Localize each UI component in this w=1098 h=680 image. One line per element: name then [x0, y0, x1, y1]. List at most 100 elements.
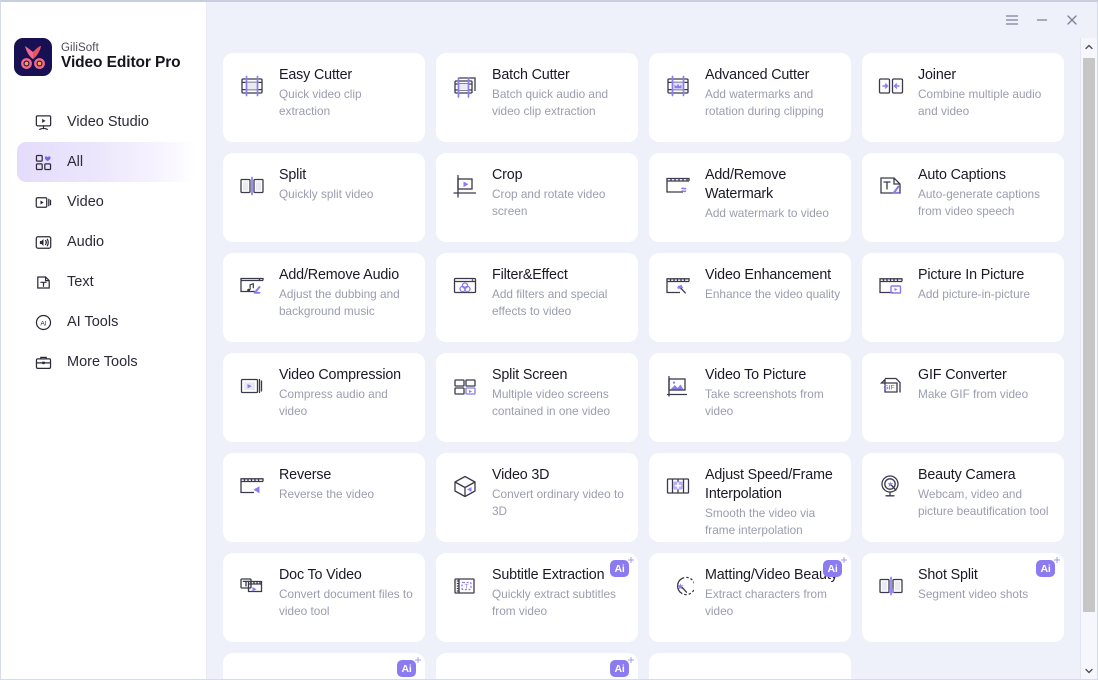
tools-grid: Easy Cutter Quick video clip extraction: [207, 38, 1097, 679]
tool-card-video-to-picture[interactable]: Video To Picture Take screenshots from v…: [649, 353, 851, 442]
sidebar-item-text[interactable]: Text: [17, 262, 196, 302]
gif-pages-icon: GIF: [874, 369, 908, 403]
sidebar-item-label: Video: [67, 194, 104, 210]
tool-card-title: Picture In Picture: [918, 267, 1025, 283]
tool-card-desc: Add picture-in-picture: [918, 287, 1031, 301]
tool-card-joiner[interactable]: Joiner Combine multiple audio and video: [862, 53, 1064, 142]
tool-card-body: Split Quickly split video: [279, 165, 415, 232]
tool-card-auto-captions[interactable]: Auto Captions Auto-generate captions fro…: [862, 153, 1064, 242]
tool-card-body: Video To Picture Take screenshots from v…: [705, 365, 841, 432]
tool-card-title: Video To Picture: [705, 367, 807, 383]
brand-text: GiliSoft Video Editor Pro: [61, 42, 181, 71]
audio-speaker-icon: [33, 232, 53, 252]
tool-card-body: Subtitle Extraction Quickly extract subt…: [492, 565, 628, 632]
vertical-scrollbar[interactable]: [1080, 38, 1097, 679]
tool-card-desc: Compress audio and video: [279, 387, 388, 418]
tool-card-body: Batch Cutter Batch quick audio and video…: [492, 65, 628, 132]
sidebar-item-label: AI Tools: [67, 314, 119, 330]
video-icon: [33, 192, 53, 212]
app-window: GiliSoft Video Editor Pro Video Studio A…: [0, 0, 1098, 680]
tool-card-title: Crop: [492, 167, 523, 183]
tool-card-video-3d[interactable]: Video 3D Convert ordinary video to 3D: [436, 453, 638, 542]
tool-card-advanced-cutter[interactable]: Advanced Cutter Add watermarks and rotat…: [649, 53, 851, 142]
tool-card-title: Easy Cutter: [279, 67, 353, 83]
tool-card-matting-video-beauty[interactable]: Matting/Video Beauty Extract characters …: [649, 553, 851, 642]
tool-card-split-screen[interactable]: Split Screen Multiple video screens cont…: [436, 353, 638, 442]
tool-card-picture-in-picture[interactable]: Picture In Picture Add picture-in-pictur…: [862, 253, 1064, 342]
main-panel: Easy Cutter Quick video clip extraction: [207, 2, 1097, 679]
tool-card-doc-to-video[interactable]: Doc To Video Convert document files to v…: [223, 553, 425, 642]
tool-card-batch-cutter[interactable]: Batch Cutter Batch quick audio and video…: [436, 53, 638, 142]
tool-card-video-compression[interactable]: Video Compression Compress audio and vid…: [223, 353, 425, 442]
tool-card-reverse[interactable]: Reverse Reverse the video: [223, 453, 425, 542]
tool-card-body: Split Screen Multiple video screens cont…: [492, 365, 628, 432]
tool-card-add-remove-watermark[interactable]: Add/Remove Watermark Add watermark to vi…: [649, 153, 851, 242]
speed-frames-icon: [661, 469, 695, 503]
tool-card-subtitle-extraction[interactable]: T Subtitle Extraction Quickly extract su…: [436, 553, 638, 642]
tool-card-adjust-speed-frame-interpolation[interactable]: Adjust Speed/Frame Interpolation Smooth …: [649, 453, 851, 542]
tool-card-title: Filter&Effect: [492, 267, 568, 283]
tool-card-desc: Convert document files to video tool: [279, 587, 413, 618]
tool-card-body: Beauty Camera Webcam, video and picture …: [918, 465, 1054, 532]
tool-card-title: Batch Cutter: [492, 67, 570, 83]
minimize-icon[interactable]: [1027, 7, 1057, 33]
sidebar-item-ai-tools[interactable]: AI AI Tools: [17, 302, 196, 342]
tool-card-title: Doc To Video: [279, 567, 362, 583]
tool-card-gif-converter[interactable]: GIF GIF Converter Make GIF from video: [862, 353, 1064, 442]
split-panels-icon: [235, 169, 269, 203]
scrollbar-track[interactable]: [1081, 55, 1097, 662]
tool-card-add-remove-audio[interactable]: Add/Remove Audio Adjust the dubbing and …: [223, 253, 425, 342]
tool-card-partial-3[interactable]: [649, 653, 851, 679]
sidebar-item-all[interactable]: All: [17, 142, 196, 182]
hamburger-menu-icon[interactable]: [997, 7, 1027, 33]
sidebar-item-label: More Tools: [67, 354, 138, 370]
tool-card-body: Adjust Speed/Frame Interpolation Smooth …: [705, 465, 841, 537]
tool-card-title: Auto Captions: [918, 167, 1006, 183]
chevron-down-icon[interactable]: [1081, 662, 1097, 679]
svg-text:AI: AI: [40, 320, 46, 327]
tool-card-shot-split[interactable]: Shot Split Segment video shots Ai: [862, 553, 1064, 642]
sidebar-item-video[interactable]: Video: [17, 182, 196, 222]
tool-card-title: Matting/Video Beauty: [705, 567, 838, 583]
tool-card-title: Reverse: [279, 467, 332, 483]
tool-card-desc: Batch quick audio and video clip extract…: [492, 87, 609, 118]
scrollbar-thumb[interactable]: [1083, 58, 1095, 612]
pip-window-icon: [874, 269, 908, 303]
tool-card-filter-effect[interactable]: Filter&Effect Add filters and special ef…: [436, 253, 638, 342]
join-arrows-icon: [874, 69, 908, 103]
tool-card-body: Filter&Effect Add filters and special ef…: [492, 265, 628, 332]
sidebar-item-label: Audio: [67, 234, 105, 250]
tool-card-title: Joiner: [918, 67, 957, 83]
tool-card-easy-cutter[interactable]: Easy Cutter Quick video clip extraction: [223, 53, 425, 142]
tool-card-body: Video Compression Compress audio and vid…: [279, 365, 415, 432]
tools-scroll-area[interactable]: Easy Cutter Quick video clip extraction: [207, 38, 1097, 679]
tool-card-crop[interactable]: Crop Crop and rotate video screen: [436, 153, 638, 242]
tool-card-title: Video Enhancement: [705, 267, 831, 283]
sidebar-item-audio[interactable]: Audio: [17, 222, 196, 262]
close-icon[interactable]: [1057, 7, 1087, 33]
chevron-up-icon[interactable]: [1081, 38, 1097, 55]
tool-card-body: Doc To Video Convert document files to v…: [279, 565, 415, 632]
film-strip-stack-icon: [448, 69, 482, 103]
subtitle-frame-icon: T: [448, 569, 482, 603]
matting-sparkle-icon: [661, 569, 695, 603]
tool-card-desc: Quickly split video: [279, 187, 374, 201]
tool-card-desc: Multiple video screens contained in one …: [492, 387, 611, 418]
tool-card-body: Picture In Picture Add picture-in-pictur…: [918, 265, 1054, 332]
tool-card-desc: Enhance the video quality: [705, 287, 841, 301]
tool-card-body: Video Enhancement Enhance the video qual…: [705, 265, 841, 332]
sidebar-item-more-tools[interactable]: More Tools: [17, 342, 196, 382]
tool-card-split[interactable]: Split Quickly split video: [223, 153, 425, 242]
tool-card-title: Add/Remove Watermark: [705, 167, 787, 202]
ai-badge: Ai: [610, 557, 634, 577]
tool-card-video-enhancement[interactable]: Video Enhancement Enhance the video qual…: [649, 253, 851, 342]
tool-card-title: Split: [279, 167, 307, 183]
tool-card-desc: Add watermarks and rotation during clipp…: [705, 87, 824, 118]
tool-card-partial-1[interactable]: Ai: [223, 653, 425, 679]
tool-card-partial-2[interactable]: Ai: [436, 653, 638, 679]
text-icon: [33, 272, 53, 292]
tool-card-desc: Smooth the video via frame interpolation: [705, 506, 816, 537]
tool-card-beauty-camera[interactable]: Beauty Camera Webcam, video and picture …: [862, 453, 1064, 542]
film-strip-cut-icon: [235, 69, 269, 103]
sidebar-item-video-studio[interactable]: Video Studio: [17, 102, 196, 142]
